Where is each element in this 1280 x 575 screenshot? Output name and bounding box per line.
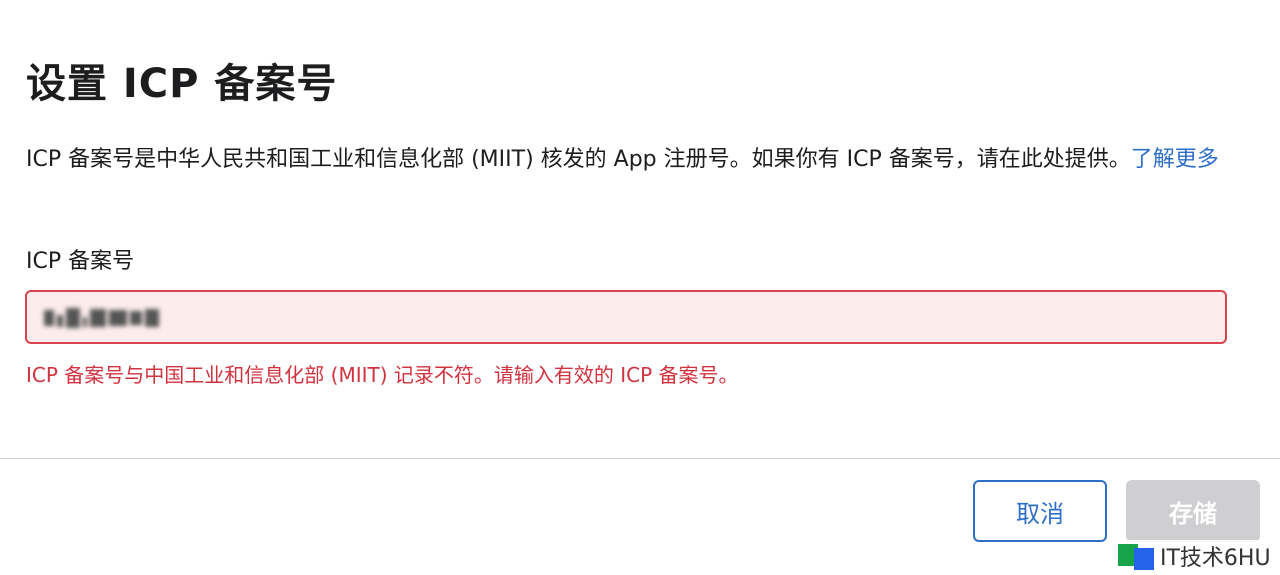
watermark-text: IT技术6HU: [1160, 546, 1271, 571]
error-message: ICP 备案号与中国工业和信息化部 (MIIT) 记录不符。请输入有效的 ICP…: [26, 363, 739, 387]
footer-divider: [0, 458, 1280, 459]
save-button[interactable]: 存储: [1126, 480, 1260, 542]
icp-number-input[interactable]: [25, 290, 1227, 344]
dialog-title: 设置 ICP 备案号: [26, 61, 338, 107]
description-text: ICP 备案号是中华人民共和国工业和信息化部 (MIIT) 核发的 App 注册…: [26, 147, 1131, 172]
watermark: IT技术6HU: [1118, 540, 1271, 572]
redacted-icp-value: [44, 300, 159, 336]
icp-field-label: ICP 备案号: [26, 249, 135, 274]
icp-dialog: 设置 ICP 备案号 ICP 备案号是中华人民共和国工业和信息化部 (MIIT)…: [0, 0, 1280, 575]
dialog-description: ICP 备案号是中华人民共和国工业和信息化部 (MIIT) 核发的 App 注册…: [26, 143, 1226, 177]
watermark-logo-icon: [1118, 542, 1154, 570]
learn-more-link[interactable]: 了解更多: [1131, 147, 1219, 172]
cancel-button[interactable]: 取消: [973, 480, 1107, 542]
